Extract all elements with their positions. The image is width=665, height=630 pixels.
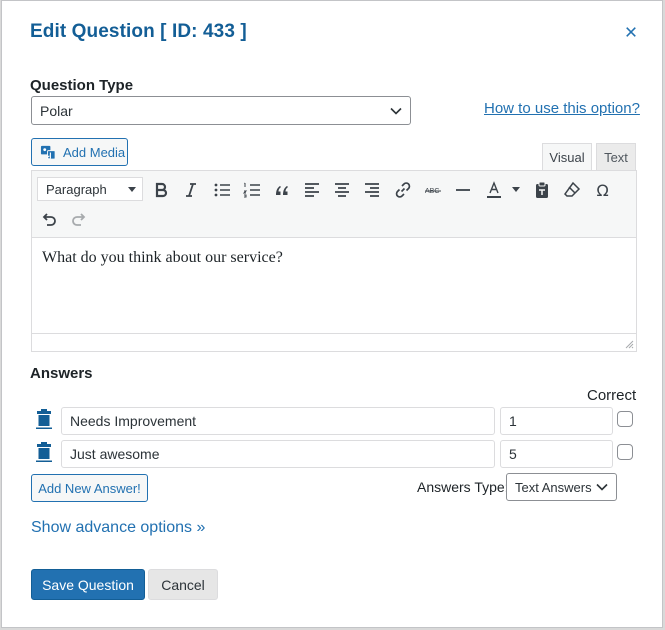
answer-value: 5	[509, 446, 517, 462]
media-icon	[40, 145, 56, 160]
horizontal-line-icon[interactable]	[451, 178, 475, 202]
strikethrough-icon[interactable]: ABC	[421, 178, 445, 202]
add-media-button[interactable]: Add Media	[31, 138, 128, 166]
text-color-caret-icon[interactable]	[512, 187, 520, 192]
answers-type-select[interactable]: Text Answers	[506, 473, 617, 501]
answer-value-input[interactable]: 5	[500, 440, 613, 468]
answers-type-label: Answers Type:	[417, 479, 509, 495]
question-type-select[interactable]: Polar	[31, 96, 411, 125]
clear-formatting-icon[interactable]	[560, 178, 584, 202]
save-question-button[interactable]: Save Question	[31, 569, 145, 600]
tab-text[interactable]: Text	[596, 143, 636, 171]
undo-icon[interactable]	[37, 207, 61, 231]
rich-text-editor: Paragraph Ω What do you think about our …	[31, 170, 637, 352]
edit-question-modal: Edit Question [ ID: 433 ] Question Type …	[1, 0, 663, 628]
answer-text-value: Needs Improvement	[70, 413, 197, 429]
numbered-list-icon[interactable]	[240, 178, 264, 202]
answer-value-input[interactable]: 1	[500, 407, 613, 435]
paste-text-icon[interactable]	[530, 178, 554, 202]
question-type-label: Question Type	[30, 77, 134, 94]
blockquote-icon[interactable]	[270, 178, 294, 202]
show-advanced-options-link[interactable]: Show advance options »	[31, 519, 205, 537]
answers-heading: Answers	[30, 365, 93, 382]
align-right-icon[interactable]	[360, 178, 384, 202]
editor-content[interactable]: What do you think about our service?	[42, 249, 283, 267]
modal-title: Edit Question [ ID: 433 ]	[30, 21, 247, 42]
answers-type-value: Text Answers	[515, 479, 592, 495]
trash-icon[interactable]	[36, 442, 52, 462]
resize-handle-icon[interactable]	[625, 340, 634, 349]
add-new-answer-button[interactable]: Add New Answer!	[31, 474, 148, 502]
align-left-icon[interactable]	[300, 178, 324, 202]
help-link[interactable]: How to use this option?	[484, 100, 640, 117]
answer-value: 1	[509, 413, 517, 429]
add-media-label: Add Media	[63, 144, 126, 160]
special-character-icon[interactable]: Ω	[591, 178, 615, 202]
caret-down-icon	[128, 187, 136, 192]
svg-text:Ω: Ω	[597, 181, 609, 199]
correct-checkbox[interactable]	[617, 411, 633, 427]
redo-icon[interactable]	[67, 207, 91, 231]
editor-statusbar	[32, 333, 636, 351]
correct-checkbox[interactable]	[617, 444, 633, 460]
question-type-value: Polar	[40, 102, 73, 119]
text-color-icon[interactable]	[482, 178, 506, 202]
format-select[interactable]: Paragraph	[37, 177, 143, 201]
answer-text-input[interactable]: Just awesome	[61, 440, 495, 468]
cancel-button[interactable]: Cancel	[148, 569, 218, 600]
italic-icon[interactable]	[179, 178, 203, 202]
chevron-down-icon	[596, 483, 608, 491]
close-icon[interactable]	[622, 23, 640, 41]
answer-text-value: Just awesome	[70, 446, 160, 462]
tab-visual[interactable]: Visual	[542, 143, 592, 171]
link-icon[interactable]	[391, 178, 415, 202]
align-center-icon[interactable]	[330, 178, 354, 202]
trash-icon[interactable]	[36, 409, 52, 429]
correct-label: Correct	[587, 387, 637, 404]
editor-toolbar: Paragraph Ω	[32, 171, 636, 238]
answer-text-input[interactable]: Needs Improvement	[61, 407, 495, 435]
bold-icon[interactable]	[149, 178, 173, 202]
bullet-list-icon[interactable]	[210, 178, 234, 202]
chevron-down-icon	[390, 107, 402, 115]
format-select-value: Paragraph	[46, 181, 107, 197]
